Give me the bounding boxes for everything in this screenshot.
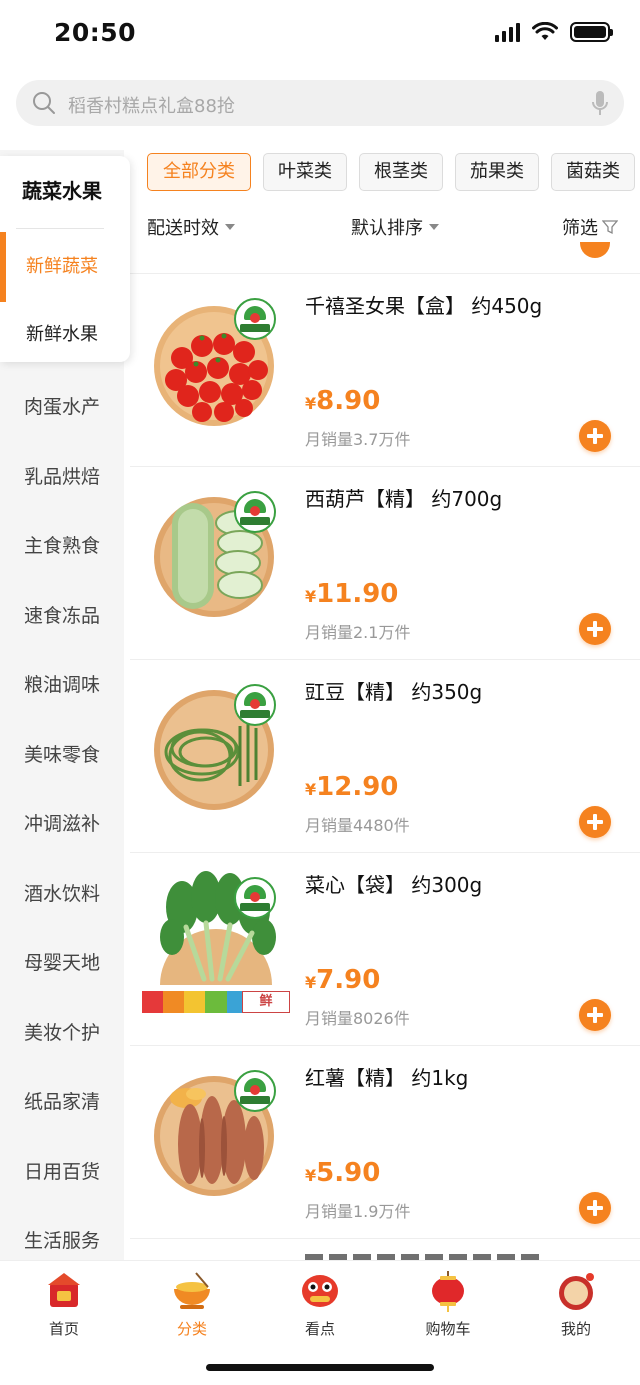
tab-category[interactable]: 分类 (128, 1269, 256, 1339)
divider (16, 228, 104, 229)
product-sales: 月销量2.1万件 (305, 623, 411, 642)
add-to-cart-button[interactable] (579, 999, 611, 1031)
product-name[interactable]: 千禧圣女果【盒】 约450g (305, 290, 542, 319)
filter-label: 筛选 (562, 218, 598, 239)
tab-profile[interactable]: 我的 (512, 1269, 640, 1339)
funnel-icon (602, 220, 618, 235)
tab-home[interactable]: 首页 (0, 1269, 128, 1339)
search-icon (33, 92, 55, 114)
battery-icon (570, 22, 613, 42)
sidebar-item[interactable]: 肉蛋水产 (0, 372, 124, 442)
product-card[interactable]: 豇豆【精】 约350g ¥12.90 月销量4480件 (130, 660, 640, 853)
status-time: 20:50 (54, 18, 137, 47)
current-category-title[interactable]: 蔬菜水果 (0, 156, 124, 226)
product-card[interactable]: 鲜 菜心【袋】 约300g ¥7.90 月销量8026件 (130, 853, 640, 1046)
sidebar-item[interactable]: 主食熟食 (0, 511, 124, 581)
wifi-icon (532, 22, 558, 40)
product-card[interactable]: 千禧圣女果【盒】 约450g ¥8.90 月销量3.7万件 (130, 274, 640, 467)
status-bar: 20:50 (0, 0, 640, 70)
subcategory-fresh-vegetables[interactable]: 新鲜蔬菜 (0, 232, 124, 302)
sort-delivery[interactable]: 配送时效 (147, 214, 235, 240)
caret-down-icon (429, 224, 439, 230)
product-name[interactable]: 菜心【袋】 约300g (305, 869, 482, 898)
product-sales: 月销量8026件 (305, 1009, 410, 1028)
subcategory-fresh-fruit[interactable]: 新鲜水果 (0, 300, 124, 370)
signal-icon (495, 22, 520, 42)
product-card[interactable]: 红薯【精】 约1kg ¥5.90 月销量1.9万件 (130, 1046, 640, 1239)
chip-root[interactable]: 根茎类 (359, 153, 443, 191)
status-icons (495, 22, 613, 42)
product-price: ¥8.90 (305, 386, 381, 416)
chip-leafy[interactable]: 叶菜类 (263, 153, 347, 191)
lantern-cart-icon (432, 1271, 464, 1312)
add-to-cart-button[interactable] (579, 1192, 611, 1224)
sidebar-item[interactable]: 母婴天地 (0, 928, 124, 998)
drum-profile-icon (559, 1273, 594, 1310)
sidebar-item[interactable]: 美妆个护 (0, 998, 124, 1068)
category-bowl-icon (174, 1272, 210, 1309)
tab-label: 看点 (304, 1320, 335, 1338)
tab-label: 分类 (176, 1320, 207, 1338)
add-to-cart-button[interactable] (579, 613, 611, 645)
chip-fruit-veg[interactable]: 茄果类 (455, 153, 539, 191)
add-to-cart-button[interactable] (579, 420, 611, 452)
product-name[interactable]: 红薯【精】 约1kg (305, 1062, 468, 1091)
tab-label: 首页 (48, 1320, 79, 1338)
sidebar-item[interactable]: 乳品烘焙 (0, 442, 124, 512)
product-price: ¥11.90 (305, 579, 399, 609)
sidebar-item[interactable]: 纸品家清 (0, 1067, 124, 1137)
sidebar-item[interactable]: 速食冻品 (0, 581, 124, 651)
product-sales: 月销量3.7万件 (305, 430, 411, 449)
tab-label: 我的 (560, 1320, 591, 1338)
category-sidebar: 蔬菜水果 新鲜蔬菜 新鲜水果 肉蛋水产 乳品烘焙 主食熟食 速食冻品 粮油调味 … (0, 150, 130, 1260)
tab-cart[interactable]: 购物车 (384, 1269, 512, 1339)
home-festive-icon (48, 1273, 80, 1307)
microphone-icon[interactable] (590, 89, 610, 117)
brand-badge-icon (234, 1070, 276, 1112)
product-price: ¥5.90 (305, 1158, 381, 1188)
product-price: ¥7.90 (305, 965, 381, 995)
brand-badge-icon (234, 491, 276, 533)
chip-mushroom[interactable]: 菌菇类 (551, 153, 635, 191)
product-card[interactable]: 西葫芦【精】 约700g ¥11.90 月销量2.1万件 (130, 467, 640, 660)
sidebar-item[interactable]: 日用百货 (0, 1137, 124, 1207)
sort-default-label: 默认排序 (351, 218, 423, 239)
sort-default[interactable]: 默认排序 (351, 214, 439, 240)
add-to-cart-button[interactable] (580, 242, 610, 258)
product-sales: 月销量1.9万件 (305, 1202, 411, 1221)
tab-label: 购物车 (425, 1320, 471, 1338)
tab-highlights[interactable]: 看点 (256, 1269, 384, 1339)
sidebar-item[interactable]: 冲调滋补 (0, 789, 124, 859)
sidebar-item[interactable]: 美味零食 (0, 720, 124, 790)
chip-all-categories[interactable]: 全部分类 (147, 153, 251, 191)
search-input[interactable]: 稻香村糕点礼盒88抢 (68, 92, 235, 118)
product-sales: 月销量4480件 (305, 816, 410, 835)
sort-delivery-label: 配送时效 (147, 218, 219, 239)
add-to-cart-button[interactable] (579, 806, 611, 838)
product-name[interactable]: 西葫芦【精】 约700g (305, 483, 502, 512)
product-price: ¥12.90 (305, 772, 399, 802)
product-name[interactable]: 豇豆【精】 约350g (305, 676, 482, 705)
brand-badge-icon (234, 298, 276, 340)
lion-dance-icon (302, 1275, 338, 1307)
current-category-card: 蔬菜水果 新鲜蔬菜 新鲜水果 (0, 156, 130, 362)
brand-badge-icon (234, 684, 276, 726)
caret-down-icon (225, 224, 235, 230)
home-indicator[interactable] (206, 1364, 434, 1371)
search-bar[interactable]: 稻香村糕点礼盒88抢 (16, 80, 624, 126)
daily-fresh-logo: 鲜 (242, 991, 290, 1013)
sidebar-item[interactable]: 粮油调味 (0, 650, 124, 720)
sidebar-item[interactable]: 酒水饮料 (0, 859, 124, 929)
brand-badge-icon (234, 877, 276, 919)
filter-button[interactable]: 筛选 (562, 214, 618, 240)
